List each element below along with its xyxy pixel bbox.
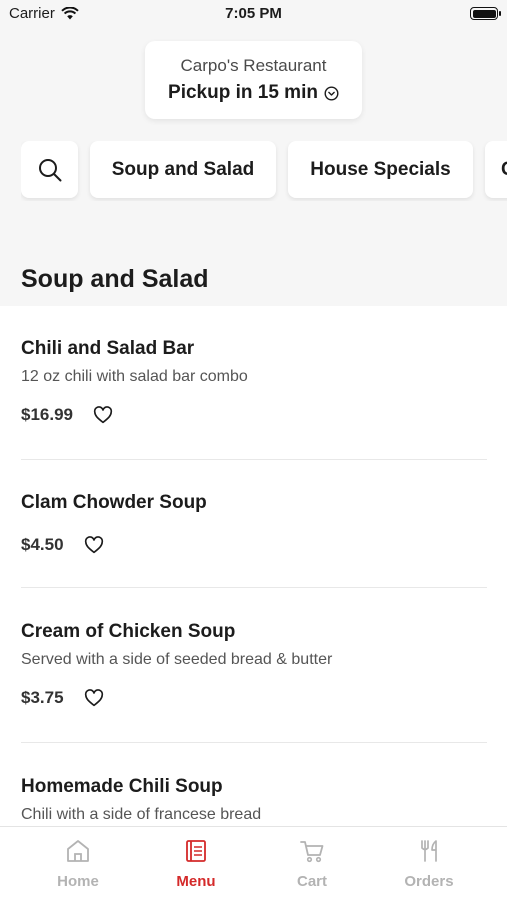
category-partial[interactable]: C (485, 141, 507, 198)
menu-item[interactable]: Homemade Chili Soup Chili with a side of… (21, 776, 487, 824)
menu-item[interactable]: Clam Chowder Soup $4.50 (21, 492, 487, 555)
category-bar: Soup and Salad House Specials C (21, 141, 507, 201)
search-icon (38, 158, 61, 181)
status-bar: Carrier 7:05 PM (0, 0, 507, 30)
pickup-time-selector[interactable]: Pickup in 15 min (145, 82, 362, 104)
item-price: $3.75 (21, 688, 64, 707)
status-time: 7:05 PM (225, 5, 282, 22)
divider (21, 587, 487, 588)
item-description: Served with a side of seeded bread & but… (21, 651, 333, 668)
item-price: $4.50 (21, 535, 64, 554)
tab-orders-label: Orders (404, 873, 454, 890)
cart-icon (300, 841, 324, 863)
category-search-button[interactable] (21, 141, 78, 198)
item-price: $16.99 (21, 405, 73, 424)
tab-menu[interactable]: Menu (146, 839, 246, 890)
pickup-time-label: Pickup in 15 min (168, 82, 318, 103)
menu-item[interactable]: Cream of Chicken Soup Served with a side… (21, 621, 487, 708)
item-name: Homemade Chili Soup (21, 776, 223, 797)
tab-cart[interactable]: Cart (262, 839, 362, 890)
tab-cart-label: Cart (296, 873, 327, 890)
tab-orders[interactable]: Orders (379, 839, 479, 890)
item-name: Chili and Salad Bar (21, 338, 195, 359)
tab-menu-label: Menu (176, 873, 216, 890)
tab-home[interactable]: Home (28, 839, 128, 890)
store-name: Carpo's Restaurant (180, 56, 327, 75)
item-description: 12 oz chili with salad bar combo (21, 368, 248, 385)
divider (21, 459, 487, 460)
home-icon (67, 840, 89, 862)
item-name: Cream of Chicken Soup (21, 621, 236, 642)
bottom-tab-bar: Home Menu Cart Orders (0, 826, 507, 900)
category-house-specials[interactable]: House Specials (288, 141, 473, 198)
item-name: Clam Chowder Soup (21, 492, 207, 513)
heart-icon[interactable] (93, 406, 113, 424)
divider (21, 742, 487, 743)
orders-icon (421, 840, 437, 862)
menu-item[interactable]: Chili and Salad Bar 12 oz chili with sal… (21, 338, 487, 425)
category-soup-and-salad[interactable]: Soup and Salad (90, 141, 276, 198)
section-title: Soup and Salad (21, 265, 209, 293)
tab-home-label: Home (57, 873, 99, 890)
store-pickup-card[interactable]: Carpo's Restaurant Pickup in 15 min (145, 41, 362, 119)
battery-icon (470, 7, 501, 20)
chevron-down-circle-icon (324, 86, 339, 100)
heart-icon[interactable] (84, 689, 104, 707)
item-description: Chili with a side of francese bread (21, 806, 262, 823)
menu-list: Chili and Salad Bar 12 oz chili with sal… (0, 306, 507, 826)
menu-icon (186, 840, 206, 862)
heart-icon[interactable] (84, 536, 104, 554)
